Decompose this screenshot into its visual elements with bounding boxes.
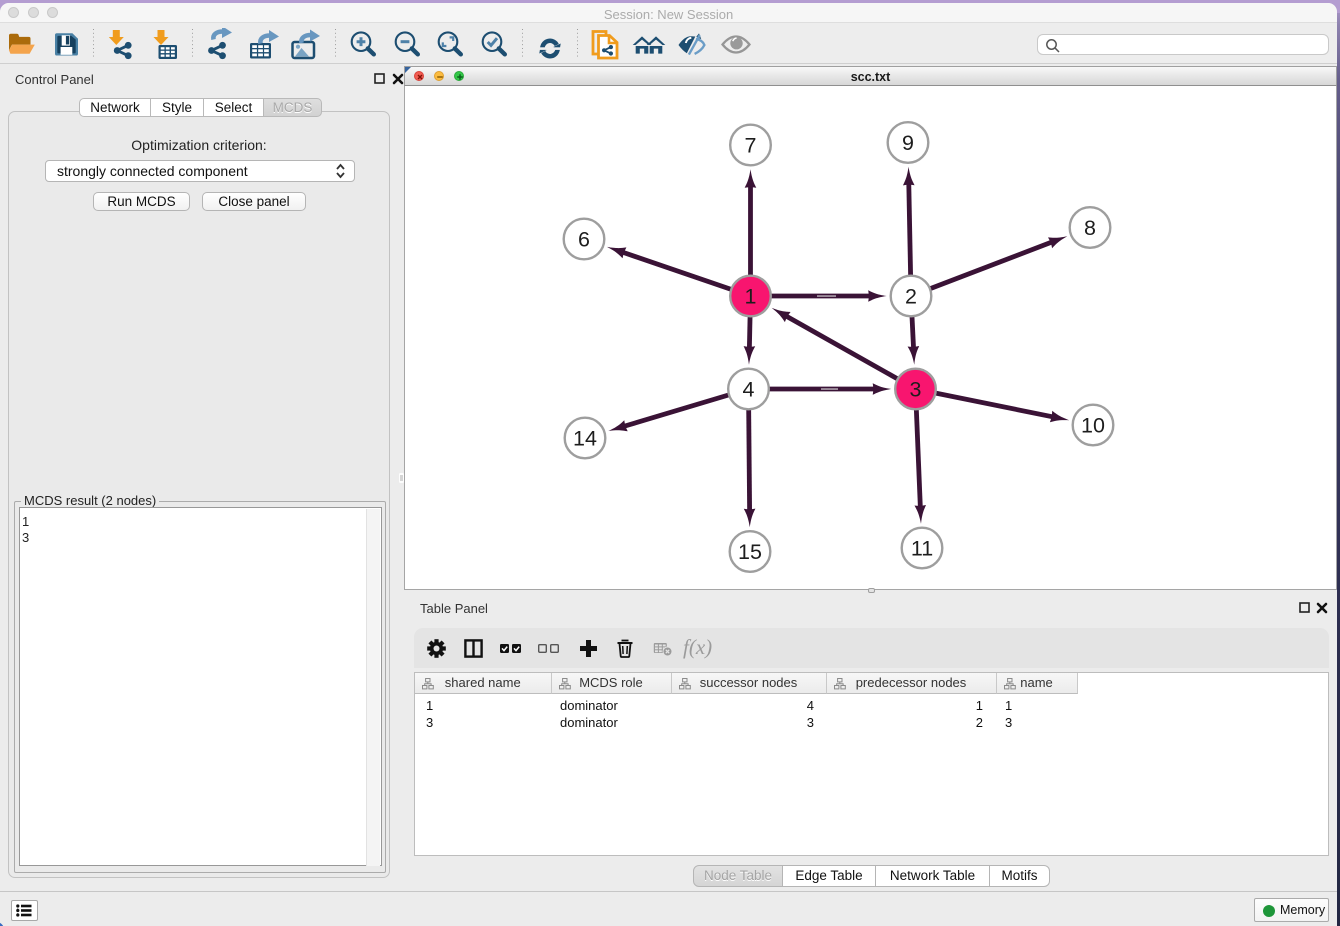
svg-text:7: 7	[745, 134, 757, 158]
svg-text:3: 3	[910, 378, 922, 402]
svg-text:6: 6	[578, 228, 590, 252]
svg-text:10: 10	[1081, 414, 1105, 438]
svg-text:4: 4	[743, 378, 755, 402]
svg-text:2: 2	[905, 285, 917, 309]
svg-text:9: 9	[902, 131, 914, 155]
svg-text:11: 11	[911, 537, 933, 561]
svg-text:14: 14	[573, 427, 597, 451]
svg-text:8: 8	[1084, 216, 1096, 240]
svg-text:1: 1	[745, 285, 757, 309]
svg-text:15: 15	[738, 540, 762, 564]
